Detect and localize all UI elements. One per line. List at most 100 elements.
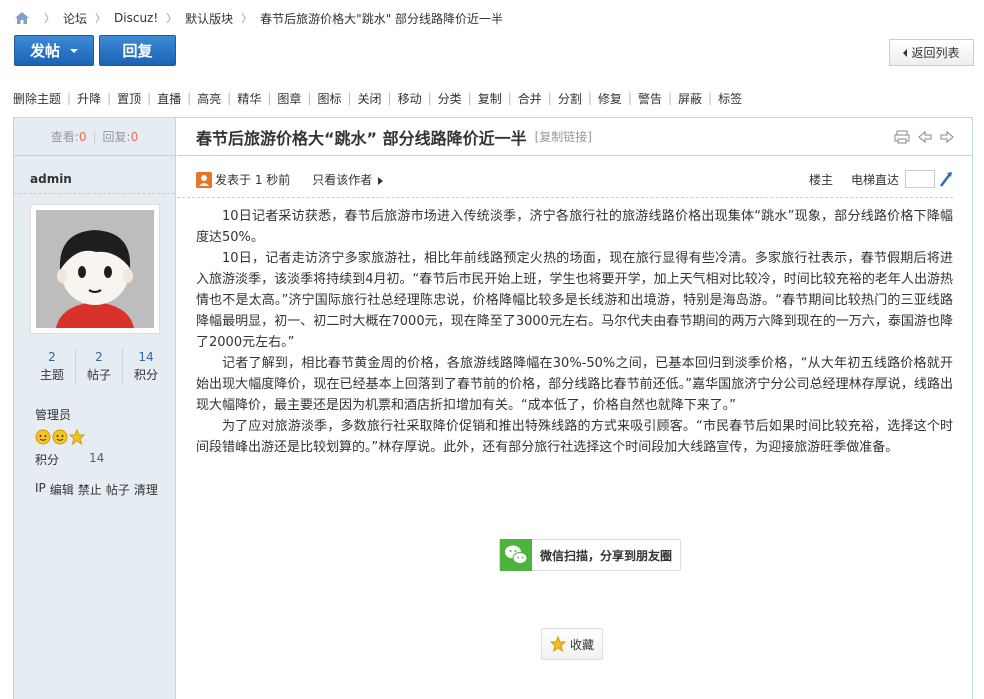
chevron-right-icon <box>378 176 384 185</box>
floor-jump-input[interactable] <box>905 170 935 188</box>
breadcrumb-discuz[interactable]: Discuz! <box>114 11 158 25</box>
favorite-label: 收藏 <box>569 637 594 652</box>
post-meta: 发表于 1 秒前 只看该作者 楼主 电梯直达 <box>177 162 953 198</box>
reply-button[interactable]: 回复 <box>99 35 176 66</box>
breadcrumb: 〉 论坛 〉 Discuz! 〉 默认版块 〉 春节后旅游价格大"跳水" 部分线… <box>14 8 503 28</box>
moderation-toolbar: 删除主题 | 升降 | 置顶 | 直播 | 高亮 | 精华 | 图章 | 图标 | 关闭 | 移动… <box>13 90 743 107</box>
wechat-share-label: 微信扫描，分享到朋友圈 <box>540 548 673 563</box>
title-tools <box>894 130 954 144</box>
stat-label: 帖子 <box>86 368 111 382</box>
admin-link-clean[interactable]: 清理 <box>134 481 158 498</box>
mod-split[interactable]: 分割 <box>558 90 582 107</box>
mod-close[interactable]: 关闭 <box>358 90 382 107</box>
author-stat-posts[interactable]: 2 帖子 <box>76 348 123 384</box>
chevron-right-icon: 〉 <box>241 12 253 25</box>
mod-stick[interactable]: 置顶 <box>117 90 141 107</box>
post-paragraph: 记者了解到，相比春节黄金周的价格，各旅游线路降幅在30%-50%之间，已基本回归… <box>196 356 953 413</box>
mod-live[interactable]: 直播 <box>157 90 181 107</box>
mod-stamp[interactable]: 图章 <box>277 90 301 107</box>
chevron-down-icon <box>70 48 78 53</box>
home-icon[interactable] <box>14 11 30 25</box>
author-stat-threads[interactable]: 2 主题 <box>29 348 76 384</box>
floor-label: 楼主 <box>808 172 833 187</box>
points-value: 14 <box>89 451 105 465</box>
next-thread-icon[interactable] <box>940 130 954 144</box>
print-icon[interactable] <box>894 130 910 144</box>
stat-label: 积分 <box>133 368 158 382</box>
mod-repair[interactable]: 修复 <box>598 90 622 107</box>
back-to-list-button[interactable]: 返回列表 <box>889 39 974 66</box>
avatar-image <box>36 210 154 328</box>
mod-bump[interactable]: 升降 <box>77 90 101 107</box>
views-count: 0 <box>78 129 87 144</box>
online-status-icon <box>196 171 212 188</box>
wechat-icon <box>500 539 532 571</box>
author-stat-points[interactable]: 14 积分 <box>123 348 169 384</box>
stat-value: 2 <box>95 350 103 364</box>
star-icon <box>69 429 85 445</box>
breadcrumb-forum[interactable]: 论坛 <box>63 10 87 27</box>
chevron-right-icon: 〉 <box>95 12 107 25</box>
author-points: 积分 14 <box>35 451 175 468</box>
post-paragraph: 为了应对旅游淡季，多数旅行社采取降价促销和推出特殊线路的方式来吸引顾客。“市民春… <box>196 419 953 455</box>
replies-count: 0 <box>130 129 139 144</box>
rank-icons <box>35 429 175 445</box>
mod-category[interactable]: 分类 <box>438 90 462 107</box>
post-paragraph: 10日记者采访获悉，春节后旅游市场进入传统淡季，济宁各旅行社的旅游线路价格出现集… <box>196 209 953 245</box>
author-stats: 2 主题 2 帖子 14 积分 <box>29 348 169 384</box>
chevron-right-icon: 〉 <box>44 12 55 25</box>
mod-highlight[interactable]: 高亮 <box>197 90 221 107</box>
post-content: 春节后旅游价格大“跳水” 部分线路降价近一半 [复制链接] 发表于 1 秒前 只… <box>177 118 972 699</box>
reply-label: 回复 <box>122 42 153 60</box>
post-meta-right: 楼主 电梯直达 <box>809 170 953 188</box>
star-icon <box>549 636 566 652</box>
mod-move[interactable]: 移动 <box>398 90 422 107</box>
post-time: 发表于 1 秒前 <box>215 173 291 187</box>
prev-thread-icon[interactable] <box>918 130 932 144</box>
mod-copy[interactable]: 复制 <box>478 90 502 107</box>
points-label: 积分 <box>35 453 60 467</box>
favorite-button[interactable]: 收藏 <box>541 628 603 660</box>
post-paragraph: 10日，记者走访济宁多家旅游社，相比年前线路预定火热的场面，现在旅行显得有些冷清… <box>196 251 953 350</box>
go-arrow-icon[interactable] <box>939 171 953 187</box>
author-sidebar: 查看: 0 | 回复: 0 admin 2 主题 2 帖子 14 积分 管理员 … <box>14 118 176 699</box>
copy-link[interactable]: [复制链接] <box>535 128 592 145</box>
thread-stats: 查看: 0 | 回复: 0 <box>14 118 175 156</box>
breadcrumb-board[interactable]: 默认版块 <box>185 10 233 27</box>
chevron-right-icon: 〉 <box>166 12 178 25</box>
admin-link-ban[interactable]: 禁止 <box>78 481 102 498</box>
author-name[interactable]: admin <box>14 164 175 194</box>
back-to-list-label: 返回列表 <box>911 46 960 60</box>
only-author-label: 只看该作者 <box>312 173 373 187</box>
admin-link-edit[interactable]: 编辑 <box>50 481 74 498</box>
admin-links: IP 编辑 禁止 帖子 清理 <box>35 481 175 498</box>
post-body: 10日记者采访获悉，春节后旅游市场进入传统淡季，济宁各旅行社的旅游线路价格出现集… <box>177 198 972 458</box>
thread-title: 春节后旅游价格大“跳水” 部分线路降价近一半 <box>196 128 527 148</box>
only-author-link[interactable]: 只看该作者 <box>312 171 384 188</box>
stat-label: 主题 <box>39 368 64 382</box>
avatar[interactable] <box>30 204 160 334</box>
new-post-button[interactable]: 发帖 <box>14 35 94 66</box>
breadcrumb-thread[interactable]: 春节后旅游价格大"跳水" 部分线路降价近一半 <box>260 10 503 27</box>
wechat-share-button[interactable]: 微信扫描，分享到朋友圈 <box>499 539 681 571</box>
stat-value: 14 <box>138 350 154 364</box>
mod-tags[interactable]: 标签 <box>718 90 742 107</box>
user-group[interactable]: 管理员 <box>35 406 175 423</box>
post-frame: 查看: 0 | 回复: 0 admin 2 主题 2 帖子 14 积分 管理员 … <box>13 117 973 699</box>
mod-ban[interactable]: 屏蔽 <box>678 90 702 107</box>
admin-link-posts[interactable]: 帖子 <box>106 481 130 498</box>
mod-digest[interactable]: 精华 <box>237 90 261 107</box>
replies-label: 回复: <box>102 130 131 144</box>
stat-value: 2 <box>48 350 56 364</box>
views-label: 查看: <box>50 130 79 144</box>
thread-title-bar: 春节后旅游价格大“跳水” 部分线路降价近一半 [复制链接] <box>177 118 972 156</box>
mod-delete-thread[interactable]: 删除主题 <box>13 90 61 107</box>
mod-icon[interactable]: 图标 <box>317 90 341 107</box>
mod-warn[interactable]: 警告 <box>638 90 662 107</box>
mod-merge[interactable]: 合并 <box>518 90 542 107</box>
jump-label: 电梯直达 <box>850 172 899 187</box>
chevron-left-icon <box>903 48 908 57</box>
admin-link-ip[interactable]: IP <box>35 481 46 498</box>
sun-icon <box>35 429 51 445</box>
new-post-label: 发帖 <box>29 42 60 60</box>
